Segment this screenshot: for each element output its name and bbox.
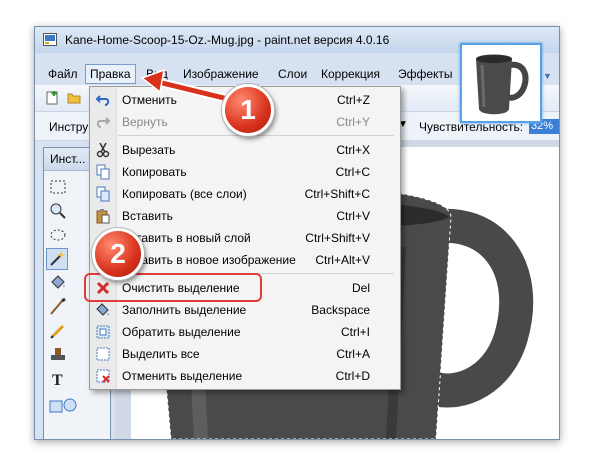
annotation-arrow: [140, 68, 234, 105]
step-badge-1: 1: [222, 84, 274, 136]
step-badge-2: 2: [92, 228, 144, 280]
